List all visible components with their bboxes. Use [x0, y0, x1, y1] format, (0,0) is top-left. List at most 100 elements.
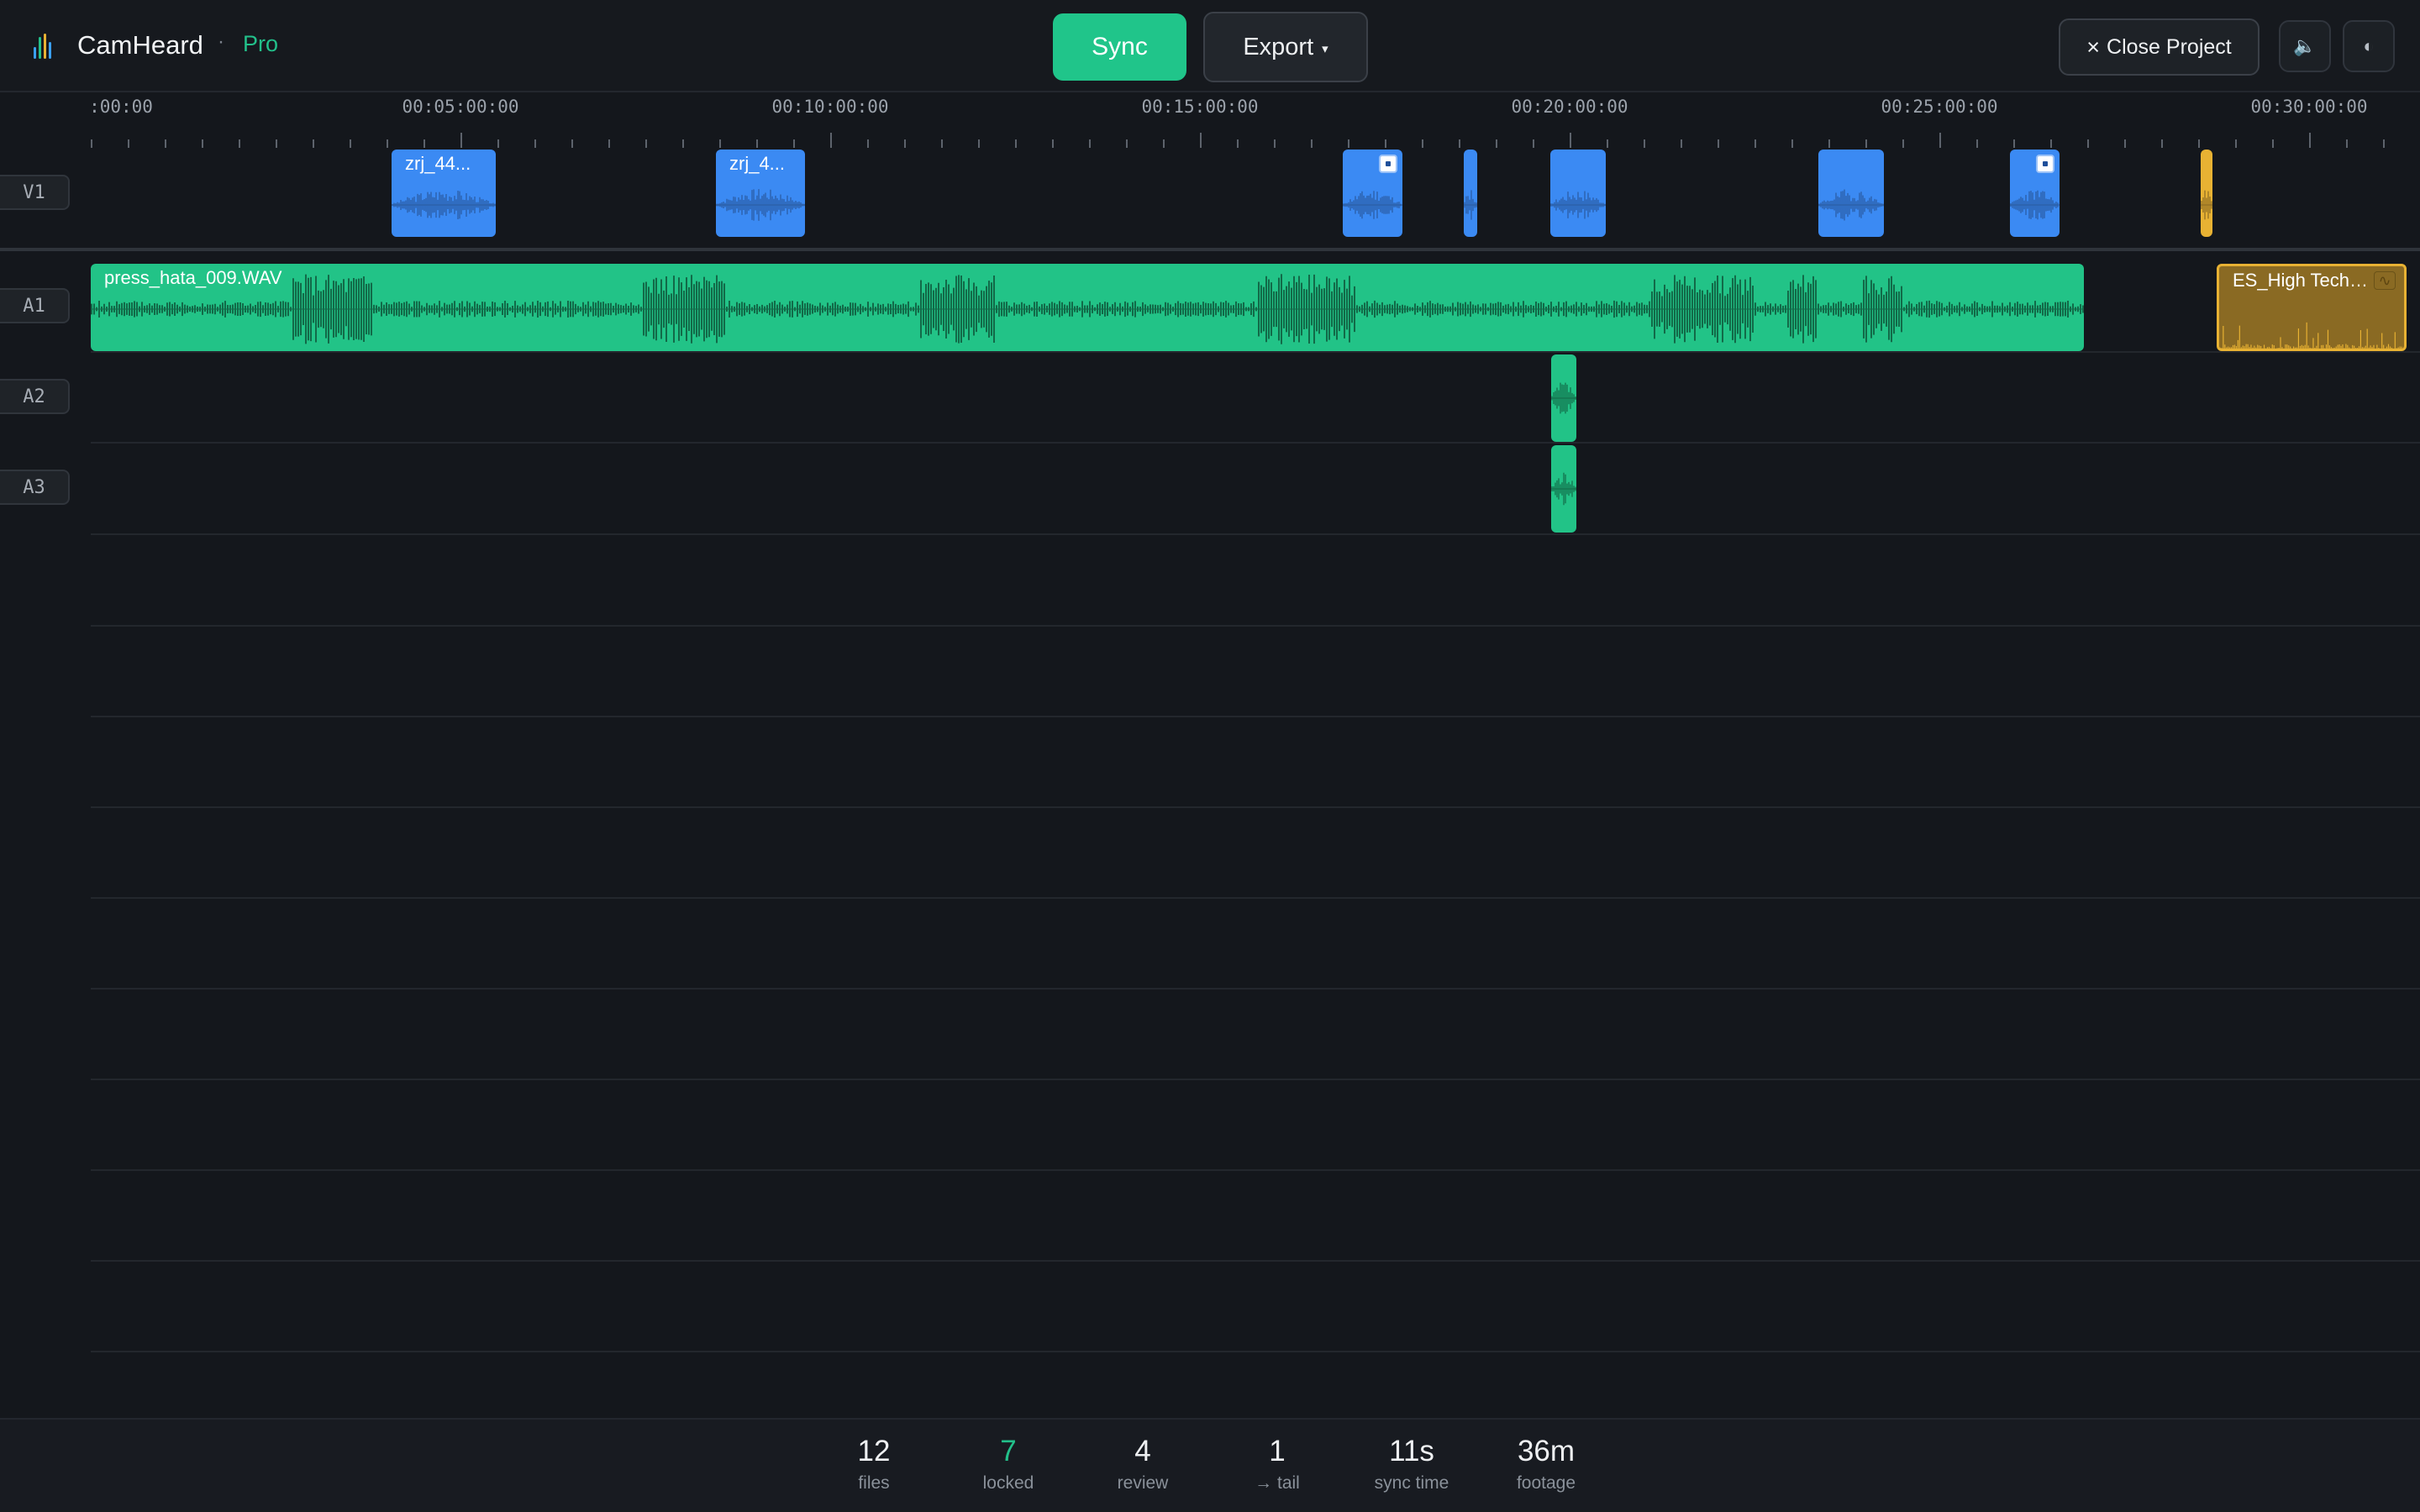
music-marker-clip[interactable] — [2201, 150, 2212, 237]
clip-name: zrj_4... — [729, 153, 786, 174]
ruler-tick — [571, 139, 573, 148]
ruler-tick — [1791, 139, 1793, 148]
track-label-a3[interactable]: A3 — [0, 470, 70, 505]
ruler-tick — [2050, 139, 2052, 148]
track-row-divider — [91, 806, 2420, 808]
track-label-a1[interactable]: A1 — [0, 288, 70, 323]
theme-toggle-button[interactable]: ◐ — [2343, 20, 2395, 72]
stat-value: 36m — [1517, 1435, 1576, 1467]
video-clip[interactable] — [1343, 150, 1402, 237]
audio-clip[interactable] — [1551, 445, 1576, 533]
ruler-tick — [2383, 139, 2385, 148]
stat-value: 7 — [1000, 1435, 1017, 1467]
ruler-tick — [1052, 139, 1054, 148]
track-row-divider — [91, 716, 2420, 717]
track-row-divider — [91, 988, 2420, 990]
music-clip[interactable]: ES_High Tech - ... ∿ — [2217, 264, 2407, 351]
speaker-icon: 🔈 — [2293, 35, 2317, 56]
top-bar: CamHeard · Pro Sync Export ▾ × Close Pro… — [0, 0, 2420, 92]
video-clip[interactable] — [1550, 150, 1606, 237]
ruler-tick — [719, 139, 721, 148]
close-project-button[interactable]: × Close Project — [2059, 18, 2260, 76]
sync-button[interactable]: Sync — [1053, 13, 1186, 81]
ruler-tick — [128, 139, 129, 148]
export-button[interactable]: Export ▾ — [1203, 12, 1368, 82]
stat-value: 1 — [1269, 1435, 1286, 1467]
ruler-major-tick — [830, 133, 832, 148]
ruler-tick — [239, 139, 240, 148]
close-project-label: Close Project — [2107, 34, 2232, 59]
ruler-major-tick — [2309, 133, 2311, 148]
logo-icon — [34, 34, 55, 59]
ruler-tick — [1126, 139, 1128, 148]
link-badge-icon — [2036, 155, 2054, 173]
ruler-tick — [756, 139, 758, 148]
ruler-tick — [2161, 139, 2163, 148]
stat-value: 12 — [857, 1435, 891, 1467]
ruler-tick — [1828, 139, 1830, 148]
ruler-major-tick — [1570, 133, 1571, 148]
ruler-tick — [2124, 139, 2126, 148]
track-row-divider — [91, 1079, 2420, 1080]
stat-tail: 1 → tail — [1210, 1435, 1344, 1494]
contrast-icon: ◐ — [2363, 35, 2375, 56]
ruler-tick — [2235, 139, 2237, 148]
ruler-tick — [2087, 139, 2089, 148]
ruler-tick — [1385, 139, 1386, 148]
waveform — [2010, 190, 2060, 220]
stat-review: 4 review — [1076, 1435, 1210, 1494]
track-row-divider — [91, 1351, 2420, 1352]
audio-clip[interactable] — [1551, 354, 1576, 442]
stat-footage: 36m footage — [1479, 1435, 1613, 1494]
title-separator: · — [218, 30, 224, 53]
track-row-divider — [91, 897, 2420, 899]
ruler-label: 00:25:00:00 — [1881, 97, 1998, 117]
ruler-tick — [1644, 139, 1645, 148]
track-label-a2[interactable]: A2 — [0, 379, 70, 414]
app-name: CamHeard — [77, 30, 203, 60]
video-clip[interactable] — [1464, 150, 1477, 237]
ruler-tick — [645, 139, 647, 148]
waveform — [1464, 190, 1477, 220]
waveform — [91, 274, 2084, 344]
track-row-divider — [91, 1169, 2420, 1171]
ruler-tick — [1902, 139, 1904, 148]
stat-label: footage — [1516, 1473, 1576, 1493]
video-clip[interactable]: zrj_4... — [716, 150, 805, 237]
ruler-label: 00:10:00:00 — [771, 97, 889, 117]
ruler-label: 00:05:00:00 — [402, 97, 519, 117]
waveform — [2219, 322, 2404, 349]
export-label: Export — [1243, 33, 1314, 60]
video-clip[interactable] — [1818, 150, 1884, 237]
ruler-tick — [534, 139, 536, 148]
waveform — [1818, 189, 1884, 221]
ruler-tick — [978, 139, 980, 148]
audio-clip[interactable]: press_hata_009.WAV — [91, 264, 2084, 351]
ruler-tick — [1496, 139, 1497, 148]
ruler-tick — [1089, 139, 1091, 148]
waveform — [1551, 472, 1576, 506]
stat-locked: 7 locked — [941, 1435, 1076, 1494]
ruler-major-tick — [1939, 133, 1941, 148]
ruler-tick — [313, 139, 314, 148]
clip-name: ES_High Tech - ... — [2233, 270, 2372, 291]
ruler-tick — [2272, 139, 2274, 148]
ruler-tick — [1754, 139, 1756, 148]
ruler-label: 00:20:00:00 — [1511, 97, 1628, 117]
track-row-divider — [91, 1260, 2420, 1262]
stat-files: 12 files — [807, 1435, 941, 1494]
stat-sync-time: 11s sync time — [1344, 1435, 1479, 1494]
waveform — [1550, 191, 1606, 219]
ruler-tick — [941, 139, 943, 148]
track-label-v1[interactable]: V1 — [0, 175, 70, 210]
ruler-label: 00:30:00:00 — [2250, 97, 2368, 117]
timeline-ruler[interactable]: :00:00 00:05:00:00 00:10:00:00 00:15:00:… — [0, 94, 2420, 150]
clip-name: zrj_44... — [405, 153, 471, 174]
volume-button[interactable]: 🔈 — [2279, 20, 2331, 72]
ruler-tick — [1274, 139, 1276, 148]
status-footer: 12 files 7 locked 4 review 1 → tail 11s … — [0, 1418, 2420, 1512]
video-clip[interactable] — [2010, 150, 2060, 237]
video-clip[interactable]: zrj_44... — [392, 150, 496, 237]
ruler-tick — [202, 139, 203, 148]
ruler-tick — [2013, 139, 2015, 148]
